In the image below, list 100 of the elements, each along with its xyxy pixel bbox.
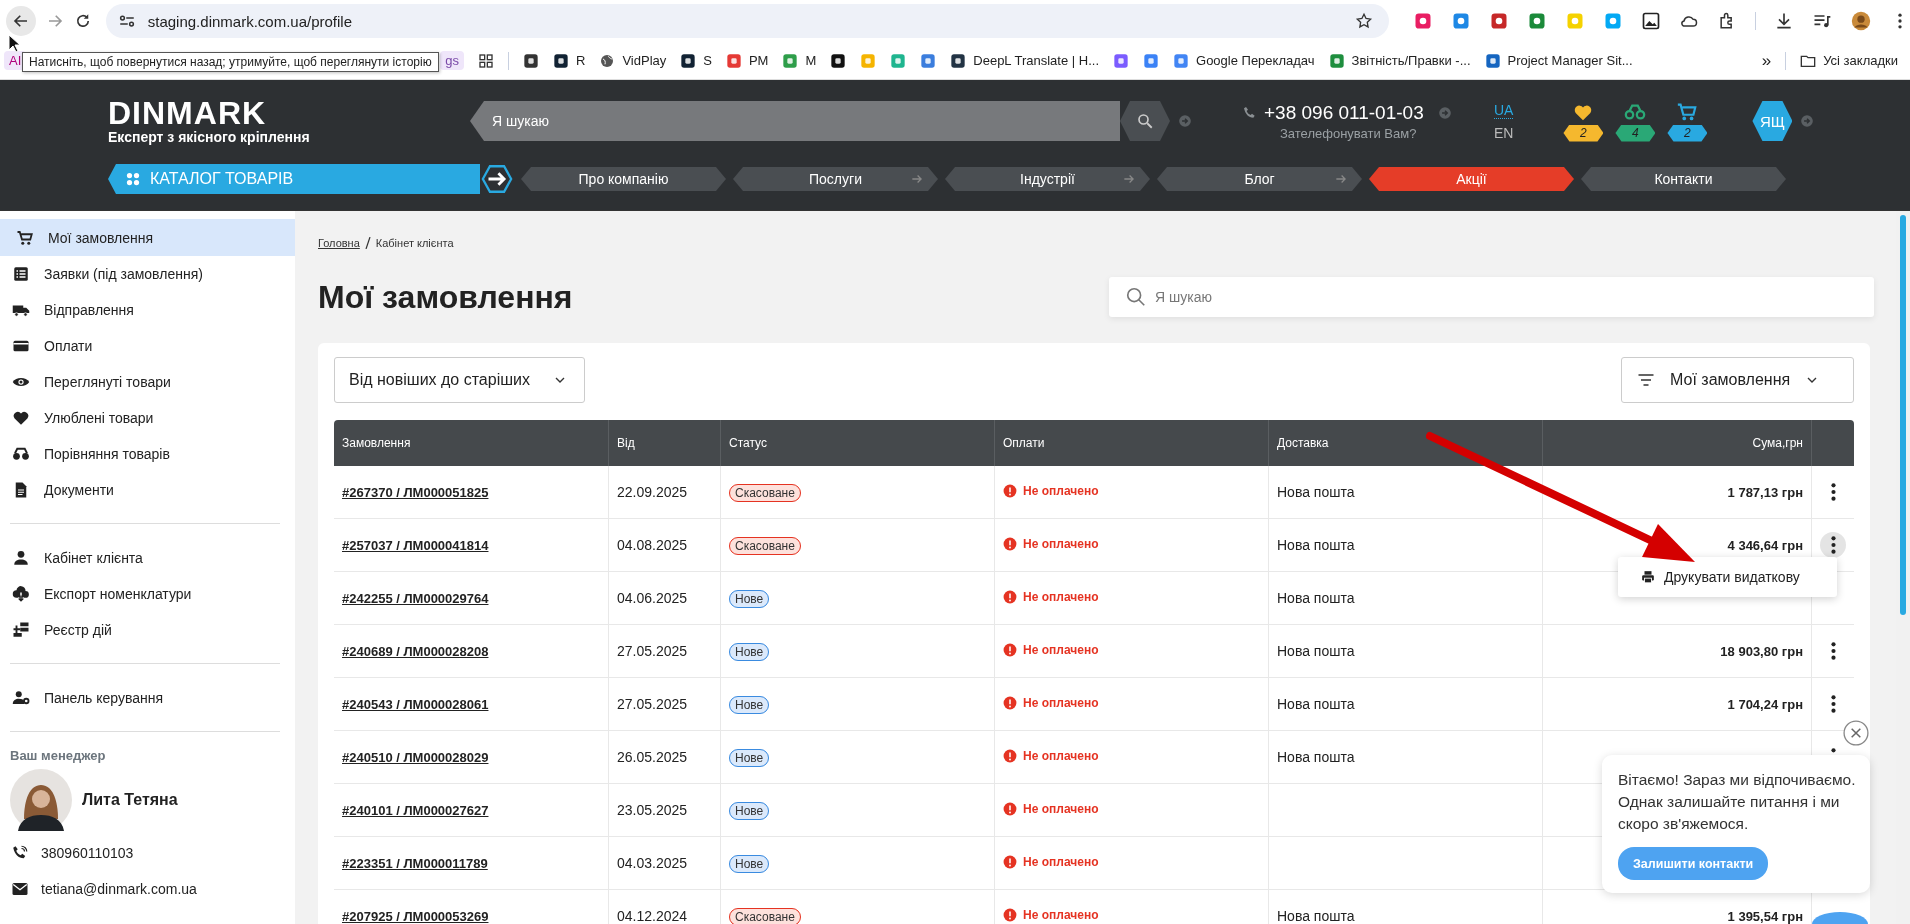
phone-number[interactable]: +38 096 011-01-03 [1264,101,1424,124]
language-option[interactable]: UA [1494,101,1514,119]
sidebar-item[interactable]: Порівняння товарів [0,436,295,472]
nav-link[interactable]: Акції [1369,167,1574,191]
menu-item[interactable]: Друкувати видаткову [1618,557,1837,597]
chat-message: Вітаємо! Зараз ми відпочиваємо. Однак залишайте питання і ми скоро зв'яжемося. [1618,770,1857,834]
nav-link[interactable]: Блог [1157,167,1362,191]
order-link[interactable]: #240101 / ЛМ000027627 [342,803,489,818]
extension-icon[interactable] [1413,11,1433,31]
bookmark-icon [950,52,967,69]
bookmark[interactable]: Project Manager Sit... [1484,52,1633,69]
column-header: Статус [720,420,995,466]
more-button[interactable] [1820,532,1846,558]
extension-icon[interactable] [1603,11,1623,31]
user-gear-icon [12,689,30,707]
order-link[interactable]: #242255 / ЛМ000029764 [342,591,489,606]
order-link[interactable]: #207925 / ЛМ000053269 [342,909,489,924]
language-option[interactable]: EN [1494,124,1514,141]
bookmark[interactable]: VidPlay [599,52,667,69]
order-link[interactable]: #240510 / ЛМ000028029 [342,750,489,765]
bookmark[interactable]: DeepL Translate | H... [950,52,1099,69]
bookmark-icon[interactable] [523,52,540,69]
column-header: Доставка [1268,420,1543,466]
status-badge: Скасоване [729,537,801,555]
all-bookmarks[interactable]: Усі закладки [1800,52,1898,69]
bookmark-icon [1484,52,1501,69]
manager-phone[interactable]: 380960110103 [41,845,134,861]
tagline: Експерт з якісного кріплення [108,129,311,145]
site-settings-icon [117,12,136,30]
order-link[interactable]: #257037 / ЛМ000041814 [342,538,489,553]
breadcrumb-item[interactable]: Головна [318,237,360,249]
status-badge: Нове [729,590,770,608]
image-icon[interactable] [1641,11,1661,31]
sidebar-item[interactable]: Експорт номенклатури [0,576,295,612]
count-badge: 2 [1667,124,1708,142]
bookmark[interactable]: PM [725,52,769,69]
order-link[interactable]: #223351 / ЛМ000011789 [342,856,488,871]
close-icon[interactable] [1843,720,1869,746]
bookmark[interactable]: R [553,52,586,69]
cursor-icon [8,34,20,52]
manager-name: Лита Тетяна [82,791,178,809]
sort-dropdown[interactable]: Від новіших до старіших [334,357,585,403]
arrow-right-icon[interactable] [480,162,514,196]
table-cell: 04.06.2025 [608,571,721,625]
bookmark-icon [782,52,799,69]
bookmark[interactable]: gs [440,51,465,70]
sidebar-item[interactable]: Панель керування [0,680,295,716]
table-cell: 22.09.2025 [608,466,721,519]
person-icon [12,549,30,567]
address-bar[interactable]: staging.dinmark.com.ua/profile [105,4,1389,38]
bookmark[interactable]: Google Перекладач [1173,52,1315,69]
extension-icon[interactable] [1451,11,1471,31]
bookmark[interactable]: Звітність/Правки -... [1328,52,1471,69]
sidebar-item[interactable]: Кабінет клієнта [0,540,295,576]
bookmark-icon [553,52,570,69]
sidebar-item[interactable]: Заявки (під замовлення) [0,256,295,292]
star-icon[interactable] [1355,12,1373,30]
filter-dropdown[interactable]: Мої замовлення [1621,357,1854,403]
sidebar-item[interactable]: Відправлення [0,292,295,328]
sidebar-item[interactable]: Оплати [0,328,295,364]
alert-icon [1003,748,1017,763]
nav-link[interactable]: Послуги [733,167,938,191]
table-cell: 27.05.2025 [608,624,721,678]
sidebar-item[interactable]: Документи [0,472,295,508]
bookmark[interactable]: S [680,52,712,69]
bookmark-icon[interactable] [830,52,847,69]
sidebar-item[interactable]: Улюблені товари [0,400,295,436]
bookmark[interactable]: M [782,52,817,69]
count-badge: 4 [1615,124,1656,142]
search-field[interactable]: Я шукаю [1109,277,1874,317]
logo[interactable]: DINMARK [108,97,470,129]
search-field[interactable]: Я шукаю [470,101,1120,141]
bookmark-icon[interactable] [478,52,495,69]
callback-link[interactable]: Зателефонувати Вам? [1280,125,1452,141]
back-button[interactable] [6,6,36,36]
manager-heading: Ваш менеджер [9,748,107,763]
order-link[interactable]: #267370 / ЛМ000051825 [342,485,489,500]
extension-icon[interactable] [1489,11,1509,31]
nav-link[interactable]: Контакти [1581,167,1786,191]
table-cell: 1 787,13 грн [1542,466,1812,519]
sidebar-item[interactable]: Переглянуті товари [0,364,295,400]
nav-link[interactable]: Індустрії [945,167,1150,191]
kebab-icon [1830,536,1836,554]
nav-link[interactable]: Про компанію [521,167,726,191]
extension-icon[interactable] [1527,11,1547,31]
order-link[interactable]: #240543 / ЛМ000028061 [342,697,489,712]
manager-email[interactable]: tetiana@dinmark.com.ua [41,881,197,897]
payment-status: Не оплачено [1023,536,1099,551]
order-link[interactable]: #240689 / ЛМ000028208 [342,644,489,659]
profile-avatar-icon[interactable] [1850,10,1872,32]
table-cell: 23.05.2025 [608,783,721,837]
kebab-icon [1830,483,1836,501]
download-icon[interactable] [1774,11,1794,31]
payment-status: Не оплачено [1023,854,1099,869]
table-cell: Нова пошта [1268,730,1543,784]
sidebar-item[interactable]: Мої замовлення [0,219,295,256]
search-button[interactable] [1120,101,1170,141]
cloud-download-icon [12,585,30,603]
more-bookmarks-button[interactable]: » [1761,50,1772,71]
sidebar-item[interactable]: Реєстр дій [0,612,295,648]
